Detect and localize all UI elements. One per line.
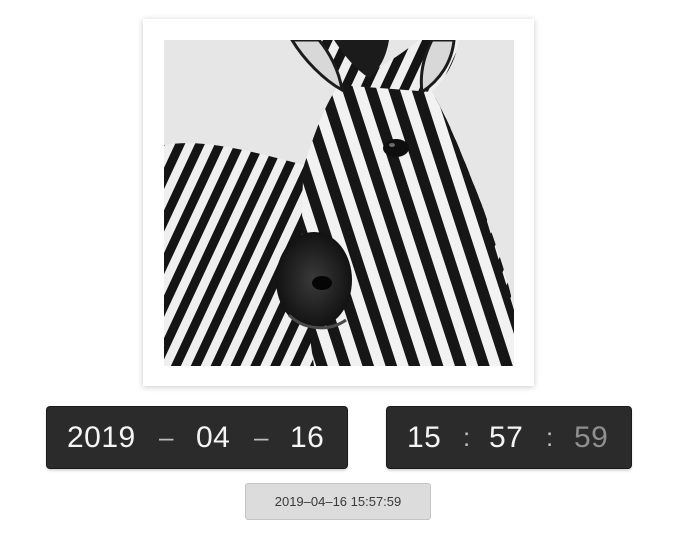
date-separator: – [159, 422, 174, 452]
year-digits: 2019 [67, 421, 136, 454]
time-display: 15 : 57 : 59 [387, 407, 631, 468]
hours-digits: 15 [407, 421, 442, 454]
date-display: 2019 – 04 – 16 [47, 407, 347, 468]
date-separator: – [254, 422, 269, 452]
month-digits: 04 [196, 421, 231, 454]
zebra-photo [164, 40, 514, 366]
time-separator: : [546, 422, 554, 452]
timestamp-button[interactable]: 2019–04–16 15:57:59 [245, 483, 431, 520]
photo-frame [143, 19, 534, 386]
page: 2019 – 04 – 16 15 : 57 : 59 2019–04–16 1… [0, 0, 674, 560]
day-digits: 16 [290, 421, 325, 454]
seconds-digits: 59 [574, 421, 609, 454]
time-separator: : [463, 422, 471, 452]
minutes-digits: 57 [489, 421, 524, 454]
